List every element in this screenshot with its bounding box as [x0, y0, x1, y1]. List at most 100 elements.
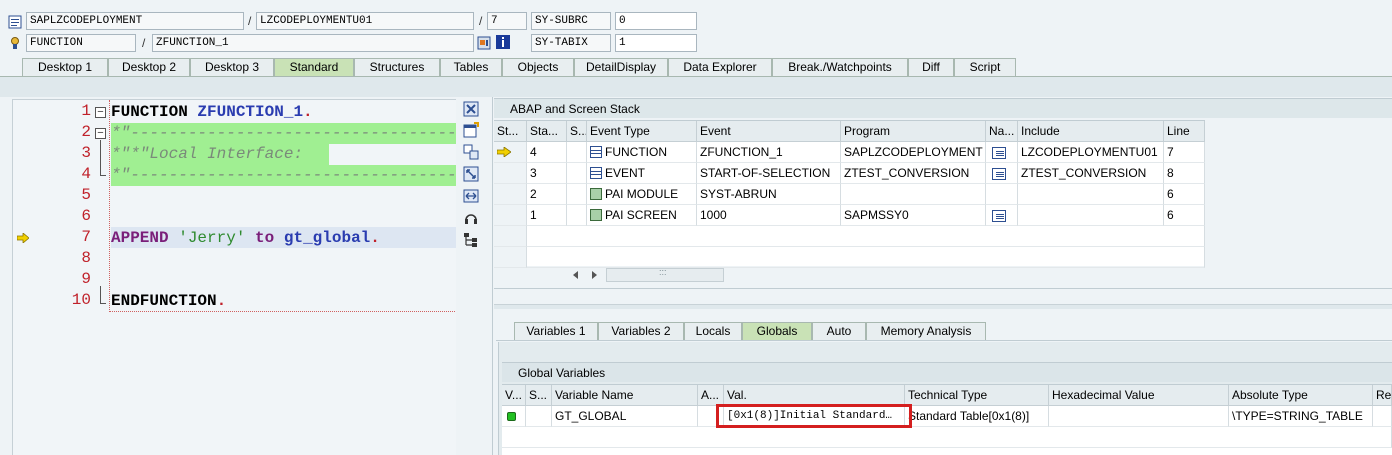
- function-icon: [590, 146, 602, 158]
- tab-detaildisplay[interactable]: DetailDisplay: [574, 58, 668, 76]
- tree-structure-icon[interactable]: [463, 232, 479, 248]
- navigate-icon[interactable]: [992, 147, 1006, 159]
- source-editor[interactable]: 1 2 3 4 5 6 7 8 9 10 − − FUNCTION ZFUNCT…: [12, 99, 456, 455]
- table-cell: [567, 142, 587, 163]
- table-row-marker: [494, 205, 527, 226]
- table-cell[interactable]: FUNCTION: [587, 142, 697, 163]
- event-field[interactable]: ZFUNCTION_1: [152, 34, 474, 52]
- stack-col-header[interactable]: Event Type: [587, 121, 697, 142]
- new-window-icon[interactable]: [463, 122, 479, 138]
- table-cell[interactable]: [986, 142, 1018, 163]
- globals-col-header[interactable]: Hexadecimal Value: [1049, 385, 1229, 406]
- code-line-4: *"----------------------------------: [111, 166, 456, 184]
- tab-tables[interactable]: Tables: [440, 58, 502, 76]
- navigate-icon[interactable]: [992, 168, 1006, 180]
- info-icon[interactable]: [496, 35, 510, 49]
- table-cell[interactable]: PAI MODULE: [587, 184, 697, 205]
- globals-col-header[interactable]: V...: [502, 385, 526, 406]
- tab-desktop-1[interactable]: Desktop 1: [22, 58, 108, 76]
- stack-col-header[interactable]: St...: [494, 121, 527, 142]
- globals-col-header[interactable]: Val.: [724, 385, 905, 406]
- stack-col-header[interactable]: Line: [1164, 121, 1205, 142]
- table-cell[interactable]: [986, 163, 1018, 184]
- tab-variables-2[interactable]: Variables 2: [598, 322, 684, 340]
- table-cell: 8: [1164, 163, 1205, 184]
- table-cell[interactable]: 1000: [697, 205, 841, 226]
- horizontal-scrollbar[interactable]: :::: [606, 267, 724, 282]
- table-cell[interactable]: ZFUNCTION_1: [697, 142, 841, 163]
- stack-col-header[interactable]: Na...: [986, 121, 1018, 142]
- tab-memory-analysis[interactable]: Memory Analysis: [866, 322, 986, 340]
- tab-desktop-2[interactable]: Desktop 2: [108, 58, 190, 76]
- tab-break-watchpoints[interactable]: Break./Watchpoints: [772, 58, 908, 76]
- line-number: 7: [81, 228, 91, 246]
- table-cell: [526, 406, 552, 427]
- stack-col-header[interactable]: Event: [697, 121, 841, 142]
- globals-col-header[interactable]: Technical Type: [905, 385, 1049, 406]
- technical-type-cell[interactable]: Standard Table[0x1(8)]: [905, 406, 1049, 427]
- table-cell[interactable]: [841, 184, 986, 205]
- table-cell[interactable]: ZTEST_CONVERSION: [841, 163, 986, 184]
- globals-col-header[interactable]: S...: [526, 385, 552, 406]
- tab-standard[interactable]: Standard: [274, 58, 354, 76]
- scroll-right-icon[interactable]: [590, 269, 598, 283]
- stack-grid[interactable]: St... Sta... S... Event Type Event Progr…: [494, 120, 1205, 268]
- tab-structures[interactable]: Structures: [354, 58, 440, 76]
- tab-locals[interactable]: Locals: [684, 322, 742, 340]
- table-cell[interactable]: [1018, 205, 1164, 226]
- subrc-value[interactable]: 0: [615, 12, 697, 30]
- table-cell[interactable]: PAI SCREEN: [587, 205, 697, 226]
- globals-col-header[interactable]: Re: [1373, 385, 1392, 406]
- tab-data-explorer[interactable]: Data Explorer: [668, 58, 772, 76]
- include-field[interactable]: LZCODEPLOYMENTU01: [256, 12, 474, 30]
- splitter[interactable]: [494, 304, 1392, 309]
- tab-diff[interactable]: Diff: [908, 58, 954, 76]
- tab-desktop-3[interactable]: Desktop 3: [190, 58, 274, 76]
- subrc-label: SY-SUBRC: [531, 12, 611, 30]
- table-cell[interactable]: SAPMSSY0: [841, 205, 986, 226]
- table-cell[interactable]: EVENT: [587, 163, 697, 184]
- width-icon[interactable]: [463, 188, 479, 204]
- headset-icon[interactable]: [463, 210, 479, 226]
- display-list-icon[interactable]: [477, 36, 491, 50]
- stack-col-header[interactable]: Program: [841, 121, 986, 142]
- stack-col-header[interactable]: Include: [1018, 121, 1164, 142]
- tab-globals[interactable]: Globals: [742, 322, 812, 340]
- tab-objects[interactable]: Objects: [502, 58, 574, 76]
- line-field[interactable]: 7: [487, 12, 527, 30]
- tabix-value[interactable]: 1: [615, 34, 697, 52]
- event-type-field[interactable]: FUNCTION: [26, 34, 136, 52]
- collapse-toggle-icon[interactable]: −: [95, 107, 106, 118]
- globals-panel-title: Global Variables: [502, 362, 1392, 382]
- tab-variables-1[interactable]: Variables 1: [514, 322, 598, 340]
- absolute-type-cell[interactable]: \TYPE=STRING_TABLE: [1229, 406, 1373, 427]
- stack-col-header[interactable]: S...: [567, 121, 587, 142]
- close-icon[interactable]: [463, 101, 479, 117]
- globals-col-header[interactable]: Absolute Type: [1229, 385, 1373, 406]
- fullscreen-icon[interactable]: [463, 166, 479, 182]
- globals-col-header[interactable]: Variable Name: [552, 385, 698, 406]
- variable-name-cell[interactable]: GT_GLOBAL: [552, 406, 698, 427]
- stack-col-header[interactable]: Sta...: [527, 121, 567, 142]
- table-cell[interactable]: ZTEST_CONVERSION: [1018, 163, 1164, 184]
- collapse-toggle-icon[interactable]: −: [95, 128, 106, 139]
- tab-auto[interactable]: Auto: [812, 322, 866, 340]
- tab-script[interactable]: Script: [954, 58, 1016, 76]
- table-cell[interactable]: [986, 205, 1018, 226]
- line-number: 9: [81, 270, 91, 288]
- table-cell[interactable]: SYST-ABRUN: [697, 184, 841, 205]
- separator: /: [479, 14, 483, 28]
- table-cell[interactable]: SAPLZCODEPLOYMENT: [841, 142, 986, 163]
- navigate-icon[interactable]: [992, 210, 1006, 222]
- globals-grid[interactable]: V... S... Variable Name A... Val. Techni…: [502, 384, 1392, 455]
- scroll-left-icon[interactable]: [572, 269, 580, 283]
- current-level-arrow-icon: [496, 145, 512, 159]
- program-field[interactable]: SAPLZCODEPLOYMENT: [26, 12, 244, 30]
- table-cell[interactable]: LZCODEPLOYMENTU01: [1018, 142, 1164, 163]
- table-cell[interactable]: [1018, 184, 1164, 205]
- globals-col-header[interactable]: A...: [698, 385, 724, 406]
- code-line-3: *"*"Local Interface:: [111, 145, 304, 163]
- table-cell: 1: [527, 205, 567, 226]
- swap-icon[interactable]: [463, 144, 479, 160]
- table-cell[interactable]: START-OF-SELECTION: [697, 163, 841, 184]
